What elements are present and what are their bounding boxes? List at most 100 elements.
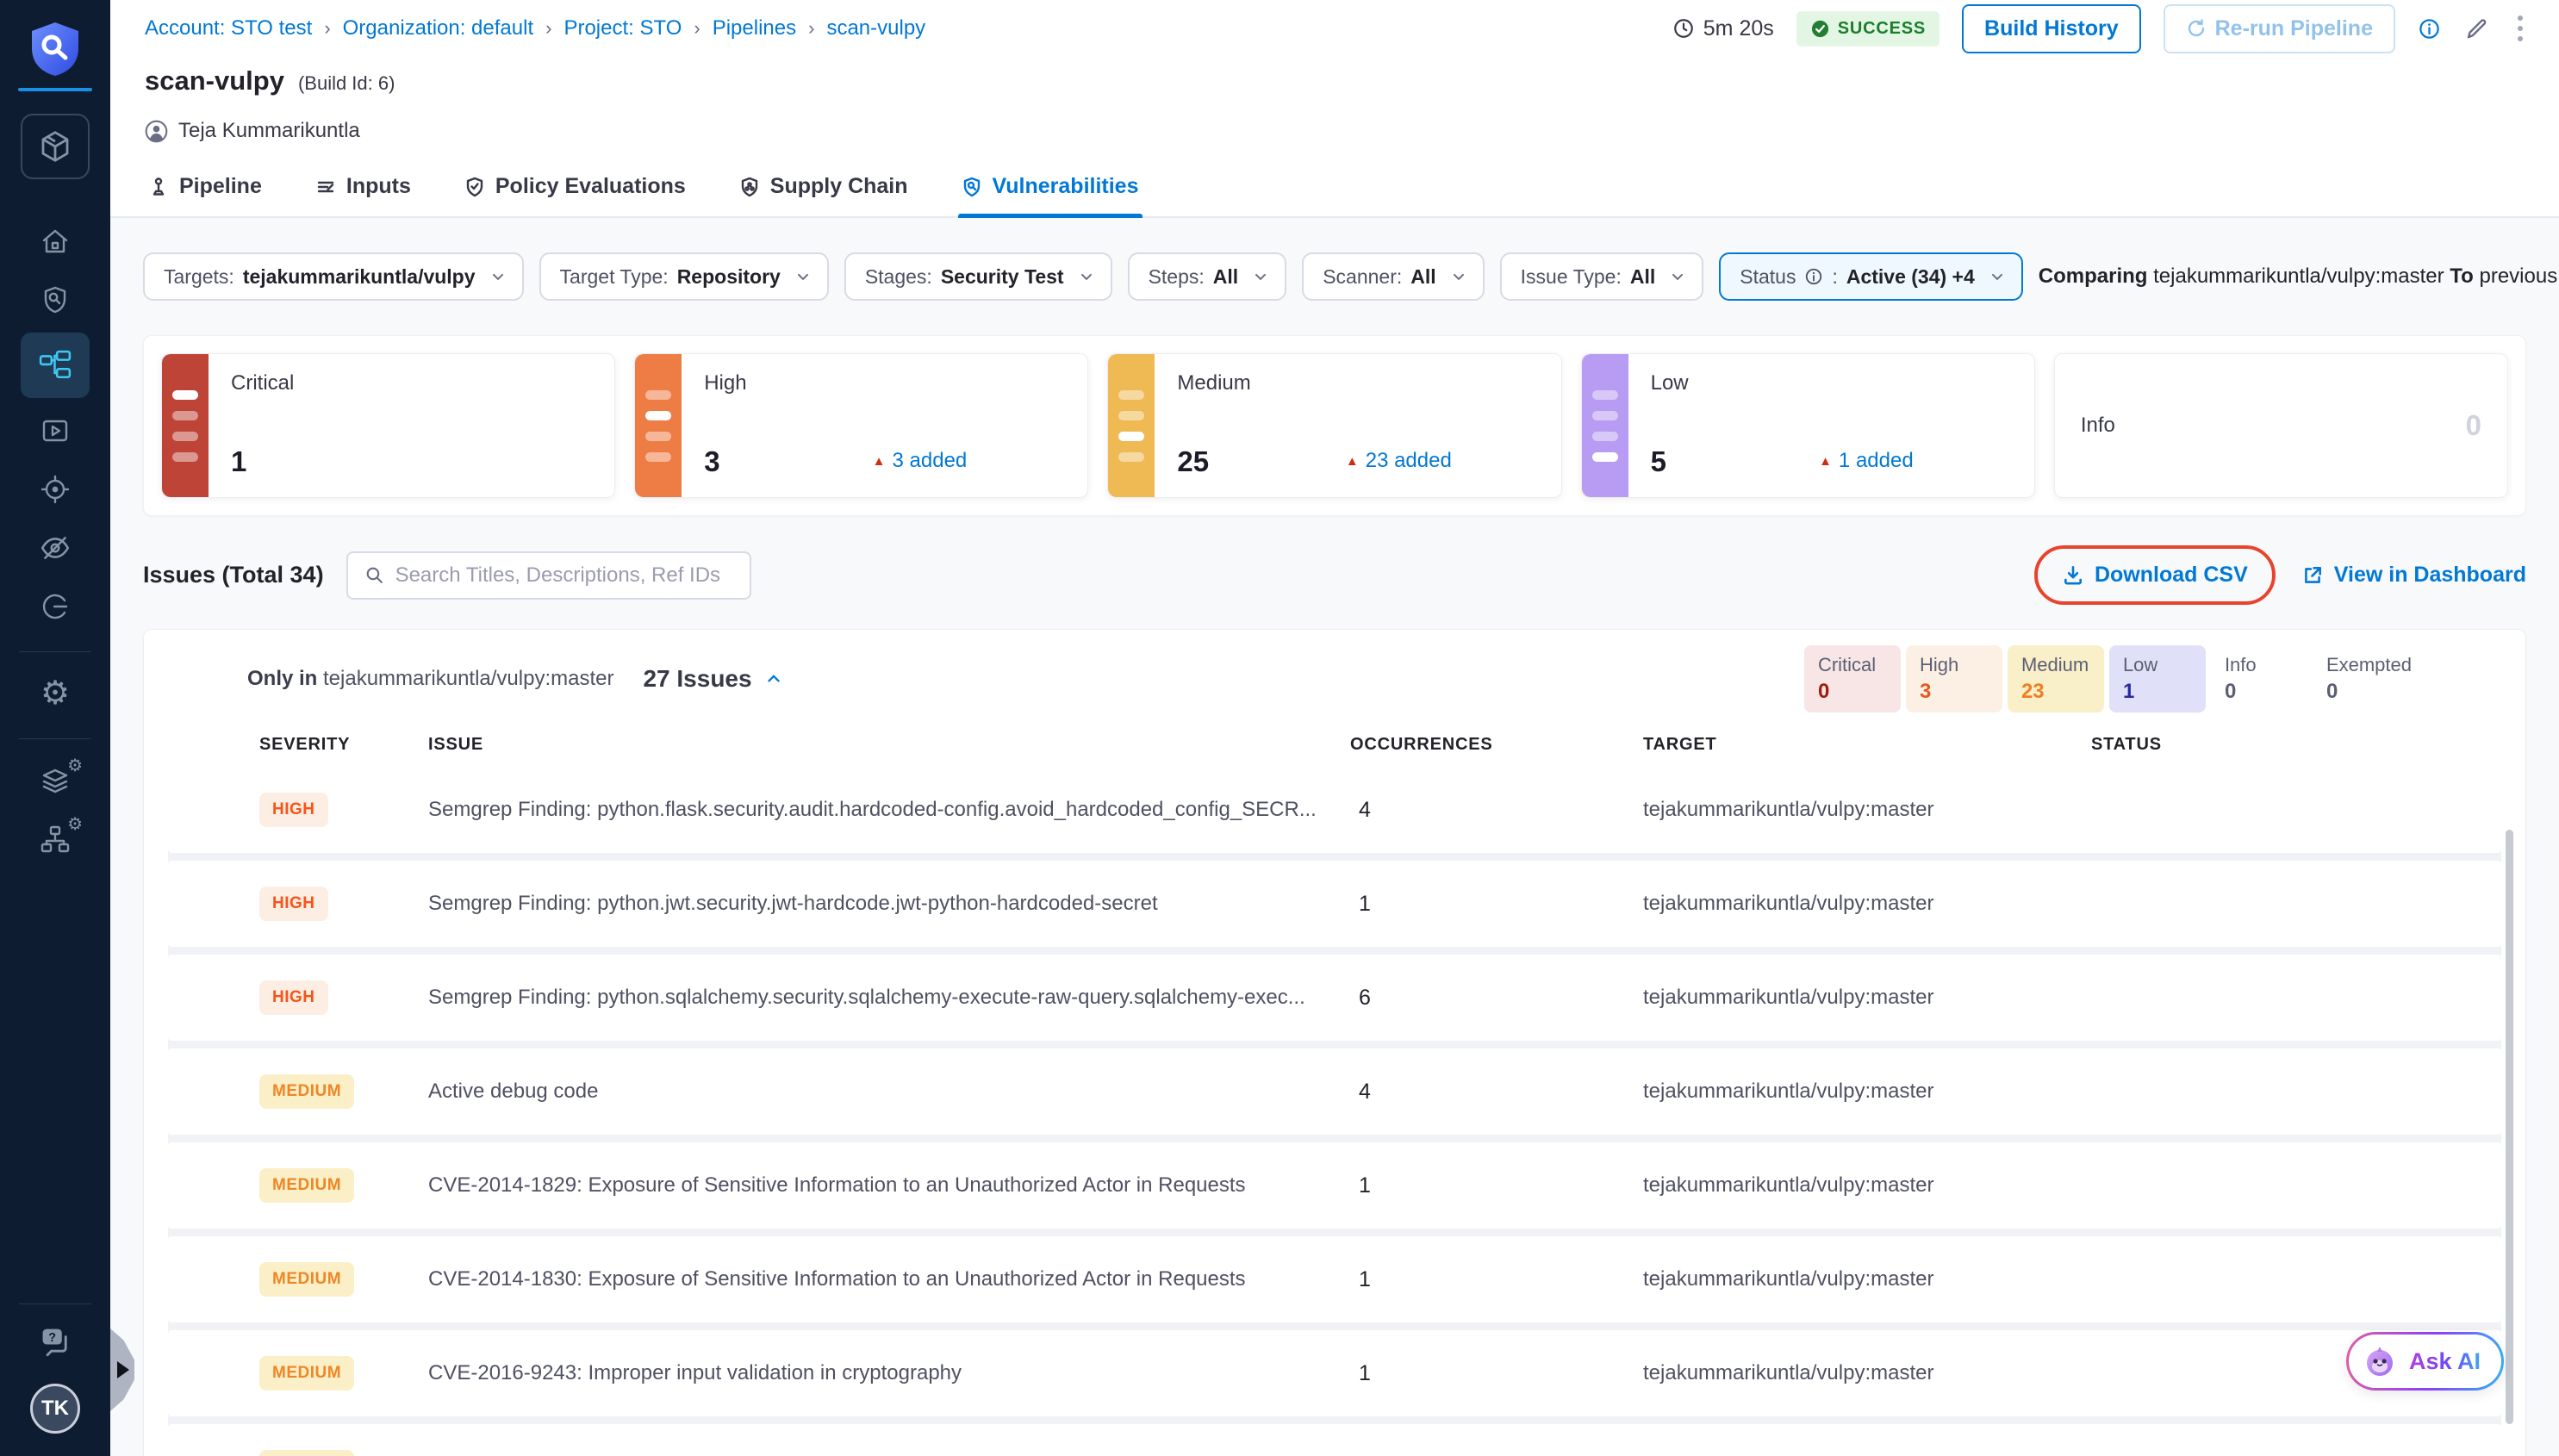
filter-issue-type-dropdown[interactable]: Issue Type:All: [1500, 252, 1704, 301]
severity-card-info[interactable]: Info0: [2054, 353, 2508, 498]
author-name: Teja Kummarikuntla: [178, 119, 360, 143]
status-info-icon: [1804, 267, 1823, 286]
issues-bar: Issues (Total 34): [143, 545, 2526, 605]
info-icon[interactable]: [2418, 17, 2441, 40]
breadcrumb-link[interactable]: scan-vulpy: [826, 16, 925, 40]
topbar: Account: STO test›Organization: default›…: [110, 0, 2559, 57]
table-row[interactable]: MEDIUMCVE-2016-9243: Improper input vali…: [168, 1330, 2501, 1416]
issue-target: tejakummarikuntla/vulpy:master: [1643, 1080, 2091, 1104]
table-scrollbar[interactable]: [2506, 830, 2513, 1424]
column-header-status: STATUS: [2091, 735, 2475, 755]
severity-badge: MEDIUM: [259, 1074, 354, 1109]
tab-pipeline-icon: [148, 177, 169, 197]
tab-vulnerabilities[interactable]: Vulnerabilities: [958, 169, 1143, 216]
table-row[interactable]: HIGHSemgrep Finding: python.flask.securi…: [168, 767, 2501, 853]
svg-text:?: ?: [48, 1331, 56, 1345]
sidebar-nav: ⚙⚙⚙: [0, 214, 110, 870]
default-settings-icon[interactable]: ⚙: [21, 753, 90, 808]
pipelines-icon[interactable]: [21, 333, 90, 398]
issue-title: Semgrep Finding: python.sqlalchemy.secur…: [428, 986, 1350, 1010]
table-row[interactable]: HIGHSemgrep Finding: python.sqlalchemy.s…: [168, 955, 2501, 1041]
table-row[interactable]: MEDIUMActive debug code4tejakummarikuntl…: [168, 1048, 2501, 1135]
build-author: Teja Kummarikuntla: [110, 96, 2559, 143]
sto-logo-icon[interactable]: [28, 21, 82, 78]
issue-title: CVE-2014-1829: Exposure of Sensitive Inf…: [428, 1173, 1350, 1198]
severity-card-critical[interactable]: Critical1: [161, 353, 615, 498]
help-chat-icon[interactable]: ?: [38, 1323, 72, 1358]
search-input[interactable]: [395, 563, 734, 588]
group-scope-label: Only in tejakummarikuntla/vulpy:master: [247, 667, 613, 691]
module-selector[interactable]: [21, 114, 90, 179]
sidebar-divider: [19, 651, 91, 652]
tab-policy-evaluations[interactable]: Policy Evaluations: [461, 169, 689, 216]
table-row[interactable]: MEDIUMCVE-2014-1830: Exposure of Sensiti…: [168, 1236, 2501, 1322]
status-badge: SUCCESS: [1796, 11, 1939, 47]
severity-card-high[interactable]: High3▲3 added: [634, 353, 1088, 498]
download-icon: [2062, 564, 2084, 587]
more-options-menu-icon[interactable]: [2511, 12, 2530, 45]
issues-search: [346, 551, 751, 600]
executions-icon[interactable]: [21, 403, 90, 458]
added-delta-link[interactable]: ▲3 added: [873, 449, 968, 473]
severity-count: 25: [1177, 445, 1209, 478]
build-history-button[interactable]: Build History: [1962, 4, 2141, 53]
chip-critical[interactable]: Critical0: [1804, 645, 1901, 712]
issue-target: tejakummarikuntla/vulpy:master: [1643, 1361, 2091, 1385]
filter-scanner-dropdown[interactable]: Scanner:All: [1302, 252, 1484, 301]
occurrences-count: 1: [1350, 1173, 1643, 1198]
tab-pipeline[interactable]: Pipeline: [145, 169, 265, 216]
severity-card-medium[interactable]: Medium25▲23 added: [1107, 353, 1561, 498]
ask-ai-label: Ask AI: [2409, 1348, 2481, 1375]
chip-high[interactable]: High3: [1906, 645, 2002, 712]
title-row: scan-vulpy (Build Id: 6): [110, 57, 2559, 96]
user-avatar[interactable]: TK: [30, 1384, 80, 1434]
issue-target: tejakummarikuntla/vulpy:master: [1643, 892, 2091, 916]
table-row[interactable]: HIGHSemgrep Finding: python.jwt.security…: [168, 861, 2501, 947]
tab-inputs[interactable]: Inputs: [312, 169, 414, 216]
scans-icon[interactable]: [21, 272, 90, 327]
getting-started-icon[interactable]: [21, 579, 90, 634]
edit-pencil-icon[interactable]: [2463, 16, 2488, 41]
table-row[interactable]: MEDIUMCVE-2014-1829: Exposure of Sensiti…: [168, 1142, 2501, 1229]
view-in-dashboard-button[interactable]: View in Dashboard: [2301, 563, 2526, 588]
issue-target: tejakummarikuntla/vulpy:master: [1643, 986, 2091, 1010]
ask-ai-button[interactable]: Ask AI: [2346, 1332, 2504, 1391]
breadcrumb-link[interactable]: Organization: default: [343, 16, 533, 40]
chip-medium[interactable]: Medium23: [2008, 645, 2104, 712]
severity-summary-chips: Critical0High3Medium23Low1Info0Exempted0: [1804, 645, 2425, 712]
chevron-down-icon: [1252, 268, 1269, 285]
issues-table-body: HIGHSemgrep Finding: python.flask.securi…: [168, 767, 2501, 1456]
download-csv-button[interactable]: Download CSV: [2062, 563, 2248, 588]
breadcrumb-link[interactable]: Pipelines: [713, 16, 796, 40]
added-delta-link[interactable]: ▲1 added: [1819, 449, 1914, 473]
settings-icon[interactable]: ⚙: [21, 666, 90, 721]
tab-supply-chain[interactable]: Supply Chain: [736, 169, 912, 216]
group-count-toggle[interactable]: 27 Issues: [643, 665, 782, 693]
added-delta-link[interactable]: ▲23 added: [1346, 449, 1452, 473]
exemptions-icon[interactable]: [21, 520, 90, 576]
breadcrumb-link[interactable]: Account: STO test: [145, 16, 312, 40]
severity-card-low[interactable]: Low5▲1 added: [1581, 353, 2035, 498]
chip-exempted[interactable]: Exempted0: [2313, 645, 2425, 712]
issue-title: Semgrep Finding: python.flask.security.a…: [428, 798, 1350, 822]
filter-status-dropdown[interactable]: Status:Active (34) +4: [1719, 252, 2023, 301]
chip-low[interactable]: Low1: [2109, 645, 2206, 712]
chip-info[interactable]: Info0: [2211, 645, 2307, 712]
home-icon[interactable]: [21, 214, 90, 269]
issues-total-title: Issues (Total 34): [143, 562, 324, 588]
filter-stages-dropdown[interactable]: Stages:Security Test: [844, 252, 1112, 301]
filter-steps-dropdown[interactable]: Steps:All: [1128, 252, 1287, 301]
governance-icon[interactable]: ⚙: [21, 812, 90, 867]
vulnerabilities-content: Targets:tejakummarikuntla/vulpy Target Ty…: [110, 218, 2559, 1456]
table-row[interactable]: MEDIUMCVE-2017-11424: PyJWT: ...1tejakum…: [168, 1424, 2501, 1456]
filter-targets-dropdown[interactable]: Targets:tejakummarikuntla/vulpy: [143, 252, 524, 301]
severity-cards-panel: Critical1High3▲3 addedMedium25▲23 addedL…: [143, 335, 2526, 516]
page-title: scan-vulpy: [145, 65, 284, 96]
targets-icon[interactable]: [21, 462, 90, 517]
rerun-pipeline-button[interactable]: Re-run Pipeline: [2164, 4, 2395, 53]
triangle-up-icon: ▲: [1346, 454, 1359, 469]
filter-target-type-dropdown[interactable]: Target Type:Repository: [539, 252, 829, 301]
severity-gauge: [162, 354, 209, 497]
issues-table-panel: Only in tejakummarikuntla/vulpy:master 2…: [143, 629, 2526, 1456]
breadcrumb-link[interactable]: Project: STO: [563, 16, 682, 40]
